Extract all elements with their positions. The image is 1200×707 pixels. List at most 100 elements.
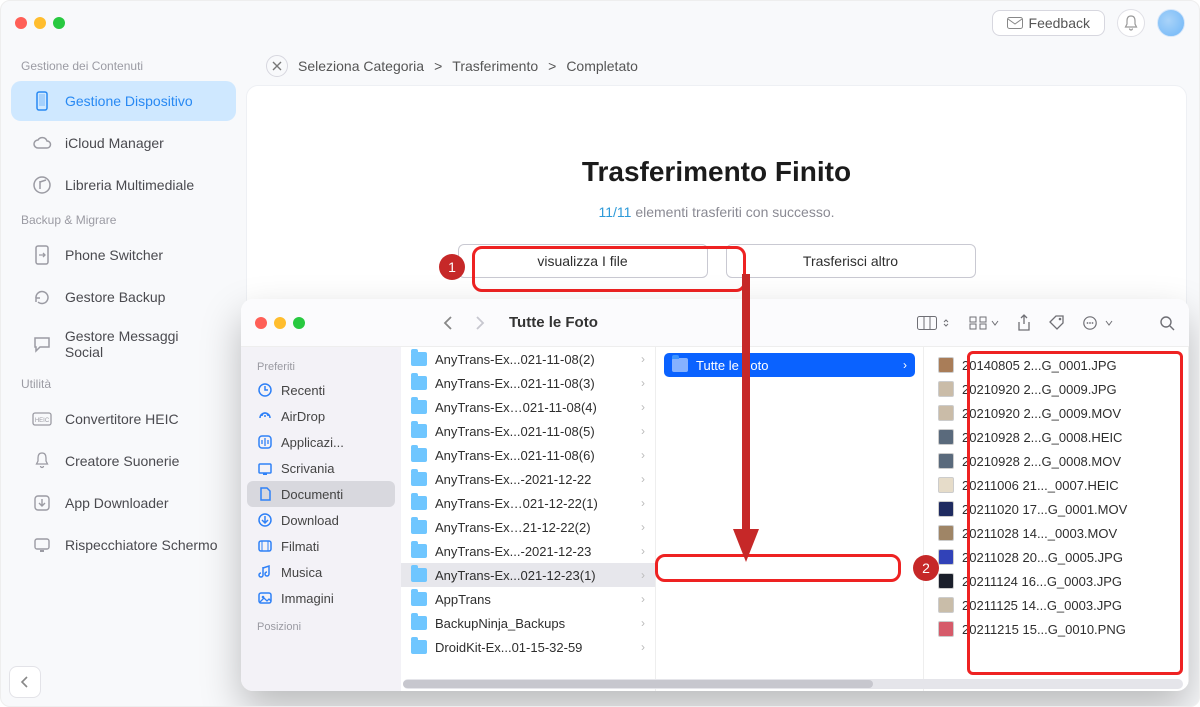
folder-name: AnyTrans-Ex…021-11-08(4) (435, 400, 597, 415)
zoom-window[interactable] (53, 17, 65, 29)
group-by-button[interactable] (969, 316, 999, 330)
file-thumbnail (938, 549, 954, 565)
finder-sidebar-item[interactable]: Filmati (247, 533, 395, 559)
sidebar-label: Phone Switcher (65, 247, 163, 263)
sidebar-item-social[interactable]: Gestore Messaggi Social (11, 319, 236, 369)
sidebar-label: Rispecchiatore Schermo (65, 537, 218, 553)
titlebar: Feedback (1, 1, 1199, 45)
finder-sidebar-item[interactable]: Recenti (247, 377, 395, 403)
progress-count: 11/11 (598, 204, 631, 220)
sidebar-item-switcher[interactable]: Phone Switcher (11, 235, 236, 275)
file-row[interactable]: 20210928 2...G_0008.HEIC (928, 425, 1184, 449)
finder-sidebar-item[interactable]: Documenti (247, 481, 395, 507)
sidebar-item-ringtone[interactable]: Creatore Suonerie (11, 441, 236, 481)
horizontal-scrollbar[interactable] (401, 679, 1185, 689)
minimize-window[interactable] (34, 17, 46, 29)
breadcrumb-close[interactable] (266, 55, 288, 77)
finder-toolbar: Tutte le Foto (241, 299, 1189, 347)
sidebar-item-backup[interactable]: Gestore Backup (11, 277, 236, 317)
folder-row-selected[interactable]: Tutte le Foto › (664, 353, 915, 377)
folder-row[interactable]: AnyTrans-Ex...-2021-12-23› (401, 539, 655, 563)
finder-sidebar-item[interactable]: Scrivania (247, 455, 395, 481)
folder-row[interactable]: AppTrans› (401, 587, 655, 611)
file-row[interactable]: 20211215 15...G_0010.PNG (928, 617, 1184, 641)
zoom-window[interactable] (293, 317, 305, 329)
sidebar-item-mirror[interactable]: Rispecchiatore Schermo (11, 525, 236, 565)
file-thumbnail (938, 405, 954, 421)
forward-button[interactable] (467, 310, 493, 336)
sidebar-label: Creatore Suonerie (65, 453, 179, 469)
sidebar-label: Gestore Messaggi Social (65, 328, 220, 360)
crumb[interactable]: Seleziona Categoria (298, 58, 424, 74)
close-window[interactable] (15, 17, 27, 29)
view-columns-button[interactable] (917, 316, 951, 330)
sidebar-item-icloud[interactable]: iCloud Manager (11, 123, 236, 163)
sidebar-item-media[interactable]: Libreria Multimediale (11, 165, 236, 205)
finder-column-1[interactable]: AnyTrans-Ex...021-11-08(2)›AnyTrans-Ex..… (401, 347, 656, 691)
view-files-button[interactable]: visualizza I file (458, 244, 708, 278)
nav-arrows (435, 310, 493, 336)
notifications-button[interactable] (1117, 9, 1145, 37)
folder-icon (411, 400, 427, 414)
folder-row[interactable]: AnyTrans-Ex…021-12-22(1)› (401, 491, 655, 515)
sidebar-icon (257, 590, 273, 606)
file-row[interactable]: 20140805 2...G_0001.JPG (928, 353, 1184, 377)
file-name: 20211020 17...G_0001.MOV (962, 502, 1127, 517)
file-row[interactable]: 20211125 14...G_0003.JPG (928, 593, 1184, 617)
feedback-button[interactable]: Feedback (992, 10, 1105, 36)
file-row[interactable]: 20210920 2...G_0009.JPG (928, 377, 1184, 401)
chevron-right-icon: › (641, 520, 645, 534)
folder-row[interactable]: BackupNinja_Backups› (401, 611, 655, 635)
folder-icon (411, 616, 427, 630)
sidebar-label: Gestore Backup (65, 289, 165, 305)
file-row[interactable]: 20211124 16...G_0003.JPG (928, 569, 1184, 593)
account-avatar[interactable] (1157, 9, 1185, 37)
folder-row[interactable]: AnyTrans-Ex...021-11-08(6)› (401, 443, 655, 467)
sidebar-item-appdl[interactable]: App Downloader (11, 483, 236, 523)
search-button[interactable] (1159, 315, 1175, 331)
minimize-window[interactable] (274, 317, 286, 329)
tags-button[interactable] (1049, 315, 1065, 331)
sidebar-label: Musica (281, 565, 322, 580)
finder-sidebar-item[interactable]: AirDrop (247, 403, 395, 429)
crumb[interactable]: Trasferimento (452, 58, 538, 74)
finder-sidebar-item[interactable]: Musica (247, 559, 395, 585)
collapse-sidebar-button[interactable] (9, 666, 41, 698)
folder-row[interactable]: AnyTrans-Ex...021-11-08(3)› (401, 371, 655, 395)
finder-sidebar-item[interactable]: Immagini (247, 585, 395, 611)
sep: > (548, 58, 556, 74)
sidebar: Gestione dei Contenuti Gestione Disposit… (1, 45, 246, 706)
back-button[interactable] (435, 310, 461, 336)
file-row[interactable]: 20211028 20...G_0005.JPG (928, 545, 1184, 569)
sidebar-icon (257, 538, 273, 554)
file-row[interactable]: 20211028 14..._0003.MOV (928, 521, 1184, 545)
folder-row[interactable]: DroidKit-Ex...01-15-32-59› (401, 635, 655, 659)
sidebar-item-heic[interactable]: HEIC Convertitore HEIC (11, 399, 236, 439)
share-button[interactable] (1017, 314, 1031, 332)
file-row[interactable]: 20210928 2...G_0008.MOV (928, 449, 1184, 473)
sidebar-item-device[interactable]: Gestione Dispositivo (11, 81, 236, 121)
folder-row[interactable]: AnyTrans-Ex...-2021-12-22› (401, 467, 655, 491)
folder-row[interactable]: AnyTrans-Ex…021-11-08(4)› (401, 395, 655, 419)
file-row[interactable]: 20210920 2...G_0009.MOV (928, 401, 1184, 425)
file-row[interactable]: 20211020 17...G_0001.MOV (928, 497, 1184, 521)
finder-column-2[interactable]: Tutte le Foto › (656, 347, 924, 691)
sidebar-label: Filmati (281, 539, 319, 554)
transfer-more-button[interactable]: Trasferisci altro (726, 244, 976, 278)
folder-icon (411, 592, 427, 606)
close-icon (272, 61, 282, 71)
folder-row[interactable]: AnyTrans-Ex...021-11-08(2)› (401, 347, 655, 371)
file-name: 20210920 2...G_0009.MOV (962, 406, 1121, 421)
folder-row[interactable]: AnyTrans-Ex…21-12-22(2)› (401, 515, 655, 539)
file-row[interactable]: 20211006 21..._0007.HEIC (928, 473, 1184, 497)
folder-icon (411, 448, 427, 462)
finder-column-3[interactable]: 20140805 2...G_0001.JPG20210920 2...G_00… (924, 347, 1189, 691)
finder-sidebar-item[interactable]: Applicazi... (247, 429, 395, 455)
folder-row[interactable]: AnyTrans-Ex...021-11-08(5)› (401, 419, 655, 443)
media-icon (31, 174, 53, 196)
close-window[interactable] (255, 317, 267, 329)
finder-sidebar-item[interactable]: Download (247, 507, 395, 533)
folder-icon (411, 640, 427, 654)
folder-row[interactable]: AnyTrans-Ex...021-12-23(1)› (401, 563, 655, 587)
more-button[interactable] (1083, 316, 1113, 330)
